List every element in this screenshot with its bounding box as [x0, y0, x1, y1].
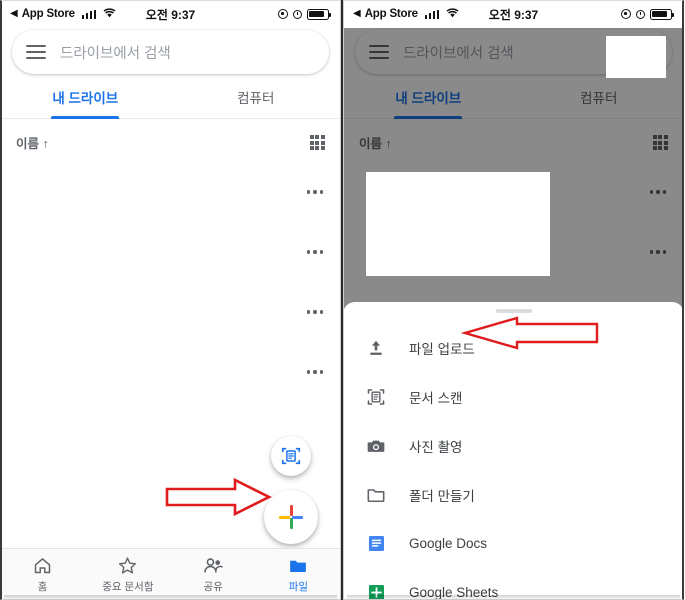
google-docs-icon: [365, 533, 387, 555]
search-input[interactable]: 드라이브에서 검색: [60, 42, 171, 63]
upload-icon: [365, 337, 387, 359]
sidebar-item-label: 홈: [37, 581, 48, 593]
sidebar-item-home[interactable]: 홈: [0, 555, 85, 594]
table-row[interactable]: [0, 282, 341, 342]
camera-icon: [365, 435, 387, 457]
wifi-icon: [446, 7, 459, 21]
file-rows: [0, 162, 341, 402]
sidebar-item-label: 파일: [288, 581, 309, 593]
star-icon: [119, 557, 137, 574]
menu-item-take-photo[interactable]: 사진 촬영: [343, 421, 684, 470]
battery-icon: [650, 8, 674, 20]
sidebar-item-label: 공유: [203, 581, 223, 593]
status-bar: ◀ App Store 오전 9:37: [0, 0, 341, 28]
back-caret-icon[interactable]: ◀: [10, 9, 18, 19]
table-row[interactable]: [0, 342, 341, 402]
table-row[interactable]: [0, 222, 341, 282]
search-bar[interactable]: 드라이브에서 검색: [12, 30, 329, 74]
more-options-icon[interactable]: [306, 310, 323, 314]
phone-screenshot-left: ◀ App Store 오전 9:37 드라이브에서 검색 내 드라이브 컴퓨터…: [0, 0, 342, 600]
search-header: 드라이브에서 검색: [0, 28, 341, 74]
document-scan-icon: [365, 386, 387, 408]
status-bar-right: [621, 8, 674, 20]
menu-item-scan-document[interactable]: 문서 스캔: [343, 372, 684, 421]
sheet-menu-list: 파일 업로드 문서 스캔 사진 촬영 폴더 만들기 Google Docs Go…: [343, 313, 684, 600]
tab-bar: 내 드라이브 컴퓨터: [0, 74, 341, 119]
menu-item-google-docs[interactable]: Google Docs: [343, 519, 684, 568]
status-bar-left: ◀ App Store: [10, 7, 116, 21]
google-sheets-icon: [365, 582, 387, 600]
alarm-icon: [293, 9, 302, 19]
rotation-lock-icon: [621, 9, 631, 19]
more-options-icon[interactable]: [306, 250, 323, 254]
signal-bars-icon: [81, 9, 97, 19]
menu-item-create-folder[interactable]: 폴더 만들기: [343, 470, 684, 519]
folder-icon: [290, 560, 307, 572]
list-header: 이름 ↑: [0, 119, 341, 162]
menu-item-label: Google Sheets: [409, 585, 499, 600]
wifi-icon: [103, 7, 116, 21]
more-options-icon[interactable]: [306, 190, 323, 194]
table-row[interactable]: [0, 162, 341, 222]
menu-item-label: 문서 스캔: [409, 390, 463, 406]
back-app-label[interactable]: App Store: [22, 8, 75, 20]
arrow-pointing-to-add-button: [165, 477, 275, 517]
status-bar: ◀ App Store 오전 9:37: [343, 0, 684, 28]
battery-icon: [307, 8, 331, 20]
google-plus-icon: [278, 504, 304, 530]
grid-view-icon[interactable]: [309, 134, 325, 151]
status-bar-left: ◀ App Store: [353, 7, 459, 21]
menu-item-label: 폴더 만들기: [409, 488, 475, 504]
menu-item-label: Google Docs: [409, 536, 488, 551]
sidebar-item-label: 중요 문서함: [102, 581, 154, 593]
sort-by-name-button[interactable]: 이름 ↑: [16, 133, 49, 152]
back-caret-icon[interactable]: ◀: [353, 9, 361, 19]
home-icon: [34, 558, 51, 574]
menu-item-label: 사진 촬영: [409, 439, 463, 455]
more-options-icon[interactable]: [306, 370, 323, 374]
phone-screenshot-right: ◀ App Store 오전 9:37 드라이브에서 검색 내 드라이브 컴퓨터…: [342, 0, 684, 600]
bottom-navigation: 홈 중요 문서함 공유 파일: [0, 548, 341, 600]
alarm-icon: [636, 9, 645, 19]
redaction-box-list: [366, 172, 550, 276]
back-app-label[interactable]: App Store: [365, 8, 418, 20]
document-scan-icon: [281, 447, 301, 465]
people-icon: [204, 558, 223, 573]
sidebar-item-starred[interactable]: 중요 문서함: [85, 555, 170, 594]
rotation-lock-icon: [278, 9, 288, 19]
arrow-pointing-to-file-upload: [460, 316, 601, 350]
status-bar-right: [278, 8, 331, 20]
sidebar-item-files[interactable]: 파일: [256, 555, 341, 594]
hamburger-menu-icon[interactable]: [26, 45, 46, 59]
dual-phone-screenshot: ◀ App Store 오전 9:37 드라이브에서 검색 내 드라이브 컴퓨터…: [0, 0, 685, 600]
signal-bars-icon: [424, 9, 440, 19]
tab-my-drive[interactable]: 내 드라이브: [0, 74, 171, 118]
sidebar-item-shared[interactable]: 공유: [171, 555, 256, 594]
scan-fab-button[interactable]: [271, 436, 311, 476]
menu-item-google-sheets[interactable]: Google Sheets: [343, 568, 684, 600]
redaction-box-avatar: [606, 36, 666, 78]
folder-icon: [365, 484, 387, 506]
tab-computers[interactable]: 컴퓨터: [171, 74, 342, 118]
